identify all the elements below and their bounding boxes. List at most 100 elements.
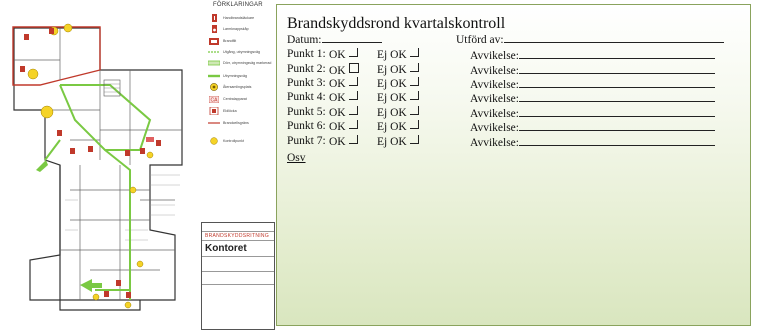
fire-extinguisher-icon: [208, 14, 220, 22]
ok-checkbox[interactable]: [348, 120, 358, 129]
ok-label: OK: [329, 65, 346, 77]
date-field[interactable]: [321, 32, 382, 43]
not-ok-label: Ej OK: [377, 64, 407, 76]
checkpoint-row: Punkt 1: OK Ej OK Avvikelse:: [287, 48, 737, 62]
checkpoint-label: Punkt 3:: [287, 77, 326, 89]
not-ok-label: Ej OK: [377, 136, 407, 148]
legend-item: Handbrandsläckare: [208, 13, 254, 23]
deviation-label: Avvikelse:: [470, 122, 519, 134]
checkpoint-row: Punkt 6: OK Ej OK Avvikelse:: [287, 120, 737, 134]
checklist-panel: Brandskyddsrond kvartalskontroll Datum: …: [276, 4, 751, 326]
deviation-field-group: Avvikelse:: [470, 120, 715, 134]
deviation-field-group: Avvikelse:: [470, 63, 715, 77]
ok-label: OK: [329, 121, 346, 133]
checkpoint-label: Punkt 6:: [287, 120, 326, 132]
footer-text: Osv: [287, 152, 306, 164]
not-ok-checkbox[interactable]: [409, 91, 419, 100]
checkpoint-label: Punkt 7:: [287, 135, 326, 147]
ok-checkbox[interactable]: [348, 135, 358, 144]
deviation-field[interactable]: [518, 106, 715, 117]
date-row: Datum:: [287, 32, 382, 46]
evacuation-route-icon: [208, 72, 220, 80]
checklist-title: Brandskyddsrond kvartalskontroll: [287, 15, 506, 32]
checkpoint-label: Punkt 5:: [287, 106, 326, 118]
not-ok-checkbox[interactable]: [409, 120, 419, 129]
not-ok-option: Ej OK: [377, 77, 419, 90]
not-ok-checkbox[interactable]: [409, 48, 419, 57]
ok-label: OK: [329, 107, 346, 119]
svg-text:CA: CA: [211, 97, 219, 103]
exit-route-line-icon: [208, 48, 220, 56]
checkpoint-row: Punkt 7: OK Ej OK Avvikelse:: [287, 135, 737, 149]
not-ok-label: Ej OK: [377, 107, 407, 119]
not-ok-label: Ej OK: [377, 92, 407, 104]
deviation-field[interactable]: [518, 63, 715, 74]
ok-checkbox[interactable]: [348, 91, 358, 100]
ok-option: OK: [329, 106, 358, 119]
not-ok-option: Ej OK: [377, 48, 419, 61]
deviation-field[interactable]: [518, 120, 715, 131]
fire-hatch-icon: [208, 107, 220, 115]
checkpoint-row: Punkt 4: OK Ej OK Avvikelse:: [287, 91, 737, 105]
ok-label: OK: [329, 78, 346, 90]
central-unit-icon: CA: [208, 95, 220, 103]
deviation-label: Avvikelse:: [470, 50, 519, 62]
legend-item: CA Centralapparat: [208, 94, 247, 104]
not-ok-checkbox[interactable]: [409, 135, 419, 144]
ok-checkbox[interactable]: [348, 63, 359, 73]
drawing-title-block: BRANDSKYDDSRITNING Kontoret: [201, 222, 275, 330]
equipment-symbols: [20, 28, 161, 298]
deviation-field[interactable]: [518, 135, 715, 146]
exit-arrows: [36, 160, 102, 292]
floor-plan-drawing: [12, 23, 183, 311]
ok-checkbox[interactable]: [348, 77, 358, 86]
legend-item: Utgång, utrymningsväg: [208, 47, 260, 57]
performed-by-row: Utförd av:: [456, 32, 724, 46]
drawing-name: Kontoret: [202, 241, 274, 257]
deviation-label: Avvikelse:: [470, 65, 519, 77]
performed-by-label: Utförd av:: [456, 34, 504, 46]
exit-door-icon: [208, 59, 220, 67]
ok-checkbox[interactable]: [348, 48, 358, 57]
checkpoint-label: Punkt 1:: [287, 48, 326, 60]
legend-item: Larmknappskåp: [208, 24, 249, 34]
fire-cell-boundary-icon: [208, 119, 220, 127]
deviation-label: Avvikelse:: [470, 137, 519, 149]
checkpoint-label: Punkt 4:: [287, 91, 326, 103]
deviation-field[interactable]: [518, 77, 715, 88]
fire-blanket-icon: [208, 37, 220, 45]
not-ok-option: Ej OK: [377, 91, 419, 104]
ok-option: OK: [329, 120, 358, 133]
not-ok-label: Ej OK: [377, 78, 407, 90]
checkpoint-row: Punkt 5: OK Ej OK Avvikelse:: [287, 106, 737, 120]
floor-plan: [0, 0, 205, 331]
not-ok-checkbox[interactable]: [409, 63, 419, 72]
deviation-label: Avvikelse:: [470, 79, 519, 91]
not-ok-checkbox[interactable]: [409, 106, 419, 115]
assembly-point-icon: [208, 83, 220, 91]
not-ok-label: Ej OK: [377, 49, 407, 61]
legend-item: Eldlöcka: [208, 106, 237, 116]
drawing-heading: BRANDSKYDDSRITNING: [202, 232, 274, 241]
deviation-field[interactable]: [518, 91, 715, 102]
legend-item: Kontrollpunkt: [208, 136, 244, 146]
not-ok-label: Ej OK: [377, 121, 407, 133]
ok-checkbox[interactable]: [348, 106, 358, 115]
deviation-field-group: Avvikelse:: [470, 48, 715, 62]
not-ok-option: Ej OK: [377, 135, 419, 148]
performed-by-field[interactable]: [503, 32, 724, 43]
checkpoint-row: Punkt 2: OK Ej OK Avvikelse:: [287, 63, 737, 77]
not-ok-checkbox[interactable]: [409, 77, 419, 86]
not-ok-option: Ej OK: [377, 106, 419, 119]
ok-label: OK: [329, 92, 346, 104]
legend-item: Utrymningsväg: [208, 71, 247, 81]
not-ok-option: Ej OK: [377, 120, 419, 133]
deviation-field-group: Avvikelse:: [470, 77, 715, 91]
deviation-label: Avvikelse:: [470, 93, 519, 105]
legend-item: Dörr, utrymningsväg markerad: [208, 58, 271, 68]
deviation-field[interactable]: [518, 48, 715, 59]
legend-item: Brandfilt: [208, 36, 236, 46]
deviation-field-group: Avvikelse:: [470, 91, 715, 105]
legend-item: Återsamlingsplats: [208, 82, 251, 92]
checkpoint-icon: [208, 137, 220, 145]
